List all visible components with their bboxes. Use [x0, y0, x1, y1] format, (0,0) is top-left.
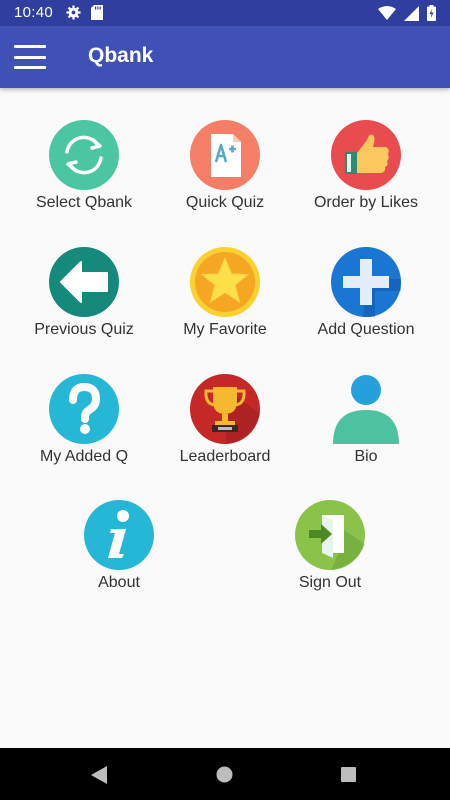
about-tile[interactable]: About	[49, 500, 189, 610]
order-by-likes-tile[interactable]: Order by Likes	[296, 120, 436, 230]
previous-quiz-label: Previous Quiz	[34, 321, 134, 338]
order-by-likes-label: Order by Likes	[313, 194, 419, 211]
sd-card-icon	[91, 5, 103, 20]
back-icon[interactable]	[91, 766, 107, 784]
plus-icon	[331, 247, 401, 317]
sign-out-tile[interactable]: Sign Out	[260, 500, 400, 610]
signal-icon	[404, 5, 419, 21]
system-navigation-bar	[0, 748, 450, 800]
thumbs-up-icon	[331, 120, 401, 190]
question-mark-icon	[49, 374, 119, 444]
info-icon	[84, 500, 154, 570]
status-bar: 10:40	[0, 0, 450, 26]
my-added-q-label: My Added Q	[39, 448, 129, 465]
previous-quiz-tile[interactable]: Previous Quiz	[14, 247, 154, 357]
status-time: 10:40	[14, 4, 54, 21]
star-icon	[190, 247, 260, 317]
my-added-q-tile[interactable]: My Added Q	[14, 374, 154, 484]
leaderboard-label: Leaderboard	[179, 448, 271, 465]
app-bar: Qbank	[0, 26, 450, 88]
gear-icon	[66, 5, 81, 20]
bio-tile[interactable]: Bio	[296, 374, 436, 484]
wifi-icon	[378, 5, 396, 20]
quick-quiz-tile[interactable]: Quick Quiz	[155, 120, 295, 230]
my-favorite-label: My Favorite	[183, 321, 267, 338]
add-question-tile[interactable]: Add Question	[296, 247, 436, 357]
select-qbank-label: Select Qbank	[35, 194, 133, 211]
quick-quiz-label: Quick Quiz	[185, 194, 265, 211]
home-icon[interactable]	[216, 766, 233, 783]
hamburger-menu-icon[interactable]	[12, 41, 48, 73]
app-title: Qbank	[88, 44, 154, 67]
person-icon	[333, 375, 399, 444]
sign-out-label: Sign Out	[298, 574, 362, 591]
about-label: About	[98, 574, 140, 591]
sign-out-icon	[295, 500, 365, 570]
a-plus-document-icon	[190, 120, 260, 190]
bio-label: Bio	[354, 448, 378, 465]
trophy-icon	[190, 374, 260, 444]
refresh-cycle-icon	[49, 120, 119, 190]
battery-icon	[427, 5, 436, 21]
arrow-left-icon	[49, 247, 119, 317]
select-qbank-tile[interactable]: Select Qbank	[14, 120, 154, 230]
add-question-label: Add Question	[317, 321, 415, 338]
my-favorite-tile[interactable]: My Favorite	[155, 247, 295, 357]
leaderboard-tile[interactable]: Leaderboard	[155, 374, 295, 484]
recents-icon[interactable]	[341, 767, 356, 782]
